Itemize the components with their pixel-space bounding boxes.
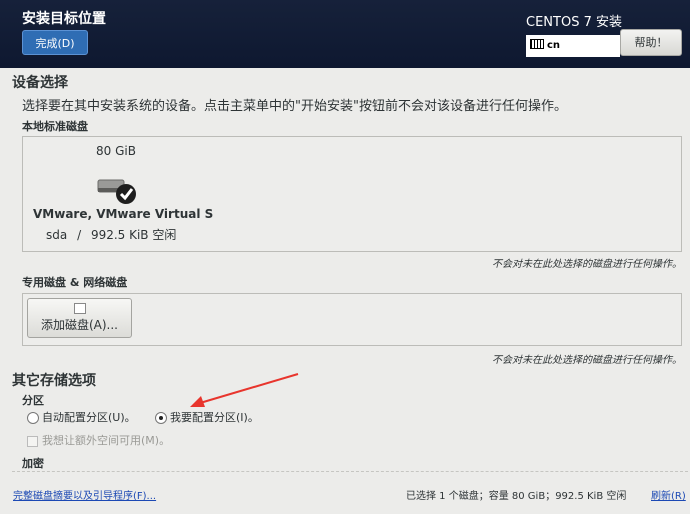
annotation-arrow xyxy=(190,373,299,407)
full-disk-summary-link[interactable]: 完整磁盘摘要以及引导程序(F)... xyxy=(13,487,156,502)
selection-status: 已选择 1 个磁盘；容量 80 GiB；992.5 KiB 空闲 xyxy=(406,491,627,502)
refresh-link[interactable]: 刷新(R) xyxy=(651,487,686,502)
footer-divider xyxy=(12,471,688,472)
